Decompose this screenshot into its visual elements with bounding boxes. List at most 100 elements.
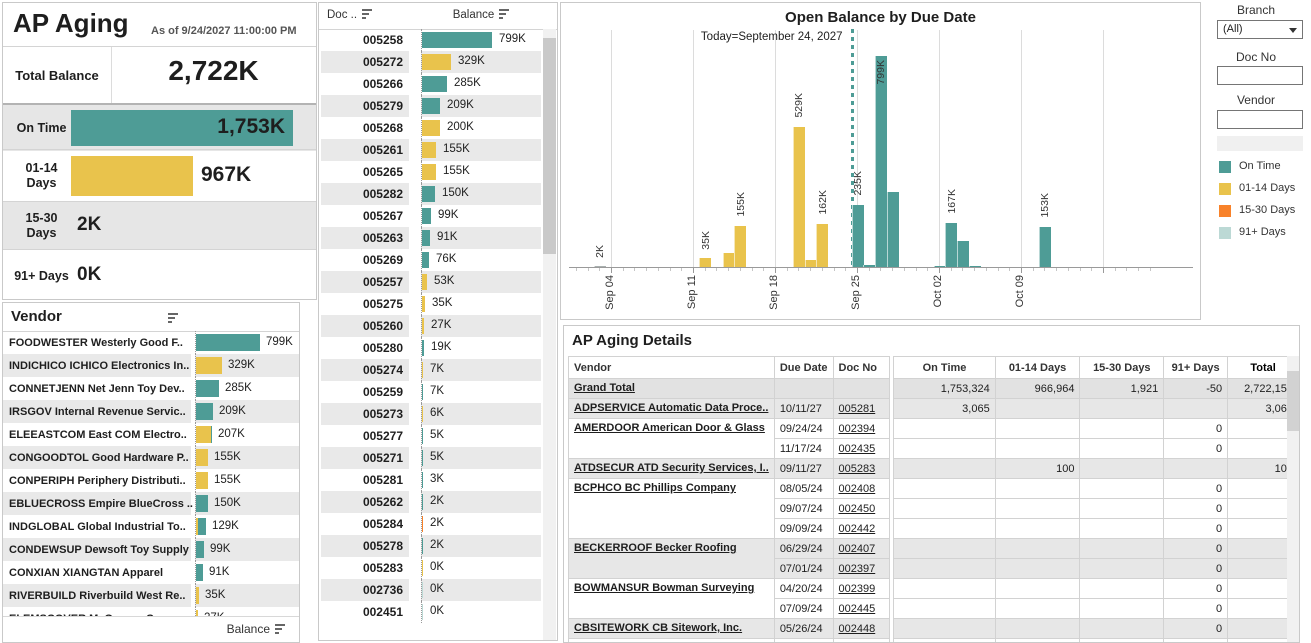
vendor-link[interactable]: ADPSERVICE Automatic Data Proce.. — [574, 402, 768, 414]
doc-bar[interactable] — [422, 164, 436, 180]
vendor-link[interactable]: BCPHCO BC Phillips Company — [574, 482, 736, 494]
doc-scrollbar-thumb[interactable] — [543, 38, 556, 254]
doc-no-link[interactable]: 002394 — [839, 423, 876, 435]
vendor-bar[interactable] — [196, 472, 208, 489]
sort-icon[interactable] — [362, 9, 372, 21]
doc-bar[interactable] — [422, 560, 423, 576]
doc-no-link[interactable]: 002408 — [839, 483, 876, 495]
legend-item[interactable]: On Time — [1219, 160, 1309, 176]
table-row[interactable]: ADPSERVICE Automatic Data Proce..10/11/2… — [569, 399, 1299, 419]
vendor-row-nameband[interactable]: INDICHICO ICHICO Electronics In.. — [3, 354, 191, 377]
doc-no-cell[interactable]: 005281 — [833, 399, 890, 419]
vendor-row-nameband[interactable]: CONNETJENN Net Jenn Toy Dev.. — [3, 377, 191, 400]
chart-bar[interactable] — [969, 266, 981, 267]
doc-row-barband[interactable]: 35K — [421, 293, 541, 315]
doc-no-cell[interactable]: 002442 — [833, 519, 890, 539]
doc-row-numband[interactable]: 005266 — [321, 73, 409, 95]
doc-row-barband[interactable]: 329K — [421, 51, 541, 73]
vendor-cell[interactable]: BCPHCO BC Phillips Company — [569, 479, 775, 539]
doc-row-numband[interactable]: 002451 — [321, 601, 409, 623]
doc-row-barband[interactable]: 200K — [421, 117, 541, 139]
vendor-cell[interactable]: BECKERROOF Becker Roofing — [569, 539, 775, 579]
details-scrollbar[interactable] — [1287, 356, 1300, 642]
doc-no-cell[interactable]: 002407 — [833, 539, 890, 559]
vendor-link[interactable]: ATDSECUR ATD Security Services, I.. — [574, 462, 769, 474]
table-row[interactable]: BECKERROOF Becker Roofing06/29/240024070… — [569, 539, 1299, 559]
vendor-cell[interactable]: ADPSERVICE Automatic Data Proce.. — [569, 399, 775, 419]
aging-bucket-row[interactable]: 15-30 Days2K — [3, 201, 316, 250]
vendor-link[interactable]: AMERDOOR American Door & Glass — [574, 422, 765, 434]
chart-bar[interactable] — [863, 265, 875, 267]
doc-row-barband[interactable]: 19K — [421, 337, 541, 359]
table-row[interactable]: AMERDOOR American Door & Glass09/24/2400… — [569, 419, 1299, 439]
doc-row-numband[interactable]: 005260 — [321, 315, 409, 337]
doc-bar[interactable] — [422, 274, 427, 290]
doc-bar[interactable] — [422, 582, 423, 598]
doc-bar[interactable] — [422, 186, 435, 202]
vendor-link[interactable]: Grand Total — [574, 382, 635, 394]
doc-bar[interactable] — [422, 32, 492, 48]
vendor-row-barband[interactable]: 150K — [195, 492, 299, 515]
vendor-row-barband[interactable]: 91K — [195, 561, 299, 584]
vendor-cell[interactable]: Grand Total — [569, 379, 775, 399]
doc-no-cell[interactable]: 002435 — [833, 439, 890, 459]
vendor-row-barband[interactable]: 35K — [195, 584, 299, 607]
vendor-bar[interactable] — [196, 403, 213, 420]
doc-bar[interactable] — [422, 384, 423, 400]
doc-no-cell[interactable]: 002394 — [833, 419, 890, 439]
vendor-row-barband[interactable]: 99K — [195, 538, 299, 561]
vendor-row-nameband[interactable]: EBLUECROSS Empire BlueCross .. — [3, 492, 191, 515]
doc-scrollbar[interactable] — [543, 29, 556, 641]
vendor-row-nameband[interactable]: IRSGOV Internal Revenue Servic.. — [3, 400, 191, 423]
vendor-cell[interactable]: CBSITEWORK CB Sitework, Inc. — [569, 619, 775, 639]
vendor-bar[interactable] — [196, 380, 219, 397]
doc-row-barband[interactable]: 799K — [421, 29, 541, 51]
doc-row-numband[interactable]: 005268 — [321, 117, 409, 139]
sort-icon[interactable] — [499, 9, 509, 21]
table-row[interactable]: CBSITEWORK CB Sitework, Inc.05/26/240024… — [569, 619, 1299, 639]
doc-bar[interactable] — [422, 604, 423, 620]
vendor-link[interactable]: BOWMANSUR Bowman Surveying — [574, 582, 754, 594]
doc-bar[interactable] — [422, 516, 423, 532]
doc-no-cell[interactable]: 002445 — [833, 599, 890, 619]
doc-bar[interactable] — [422, 230, 430, 246]
vendor-row-barband[interactable]: 285K — [195, 377, 299, 400]
doc-row-barband[interactable]: 155K — [421, 139, 541, 161]
details-scrollbar-thumb[interactable] — [1287, 371, 1300, 431]
vendor-bar[interactable] — [196, 564, 203, 581]
vendor-bar[interactable] — [196, 495, 208, 512]
table-row[interactable]: BCPHCO BC Phillips Company08/05/24002408… — [569, 479, 1299, 499]
aging-bucket-row[interactable]: 91+ Days0K — [3, 249, 316, 300]
doc-no-link[interactable]: 002435 — [839, 443, 876, 455]
doc-row-numband[interactable]: 005274 — [321, 359, 409, 381]
vendor-row-nameband[interactable]: CONXIAN XIANGTAN Apparel — [3, 561, 191, 584]
vendor-row-nameband[interactable]: FOODWESTER Westerly Good F.. — [3, 331, 191, 354]
vendor-bar[interactable] — [196, 426, 211, 443]
doc-no-cell[interactable]: 002450 — [833, 499, 890, 519]
doc-row-numband[interactable]: 005263 — [321, 227, 409, 249]
doc-no-cell[interactable]: 002399 — [833, 579, 890, 599]
doc-row-barband[interactable]: 150K — [421, 183, 541, 205]
doc-row-numband[interactable]: 005261 — [321, 139, 409, 161]
doc-bar[interactable] — [422, 208, 431, 224]
vendor-bar[interactable] — [196, 587, 199, 604]
doc-row-barband[interactable]: 2K — [421, 491, 541, 513]
vendor-link[interactable]: BECKERROOF Becker Roofing — [574, 542, 737, 554]
table-row[interactable]: ATDSECUR ATD Security Services, I..09/11… — [569, 459, 1299, 479]
doc-row-numband[interactable]: 005271 — [321, 447, 409, 469]
chart-bar[interactable] — [934, 266, 946, 267]
table-row[interactable]: 00 — [569, 639, 1299, 643]
doc-no-link[interactable]: 002450 — [839, 503, 876, 515]
doc-no-link[interactable]: 002445 — [839, 603, 876, 615]
vendor-bar[interactable] — [196, 449, 208, 466]
doc-row-barband[interactable]: 285K — [421, 73, 541, 95]
aging-bucket-row[interactable]: On Time1,753K — [3, 103, 316, 151]
doc-no-cell[interactable]: 005283 — [833, 459, 890, 479]
doc-row-numband[interactable]: 005282 — [321, 183, 409, 205]
doc-row-barband[interactable]: 155K — [421, 161, 541, 183]
chart-bar[interactable] — [875, 56, 887, 267]
chart-bar[interactable] — [957, 241, 969, 267]
doc-row-barband[interactable]: 91K — [421, 227, 541, 249]
doc-row-numband[interactable]: 005279 — [321, 95, 409, 117]
chart-bar[interactable] — [723, 253, 735, 267]
